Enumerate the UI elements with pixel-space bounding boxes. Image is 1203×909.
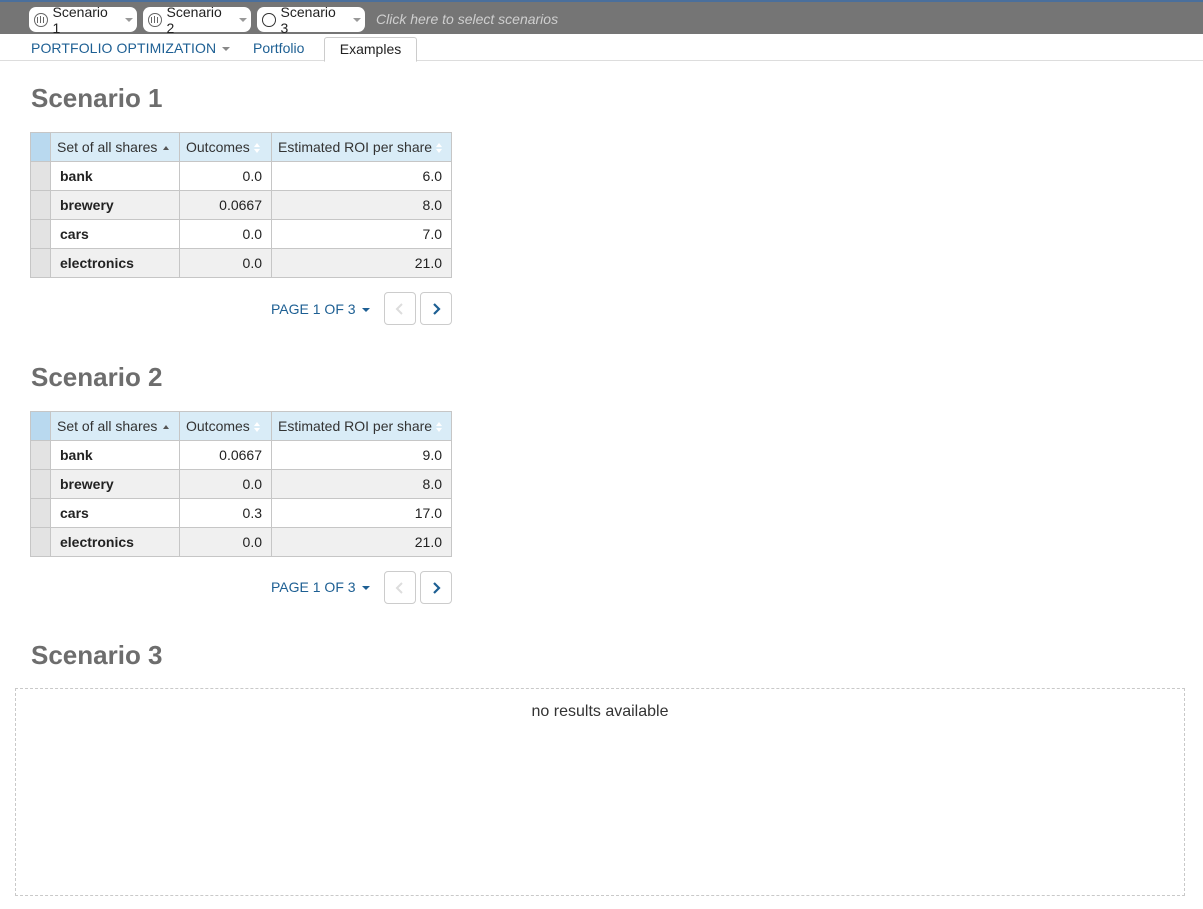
table-row[interactable]: bank 0.0 6.0 [30, 161, 452, 191]
column-header-shares[interactable]: Set of all shares [50, 132, 180, 162]
scenario-bar: Scenario 1 Scenario 2 Scenario 3 Click h… [0, 0, 1203, 36]
scenario-pill-2[interactable]: Scenario 2 [143, 4, 251, 36]
chevron-right-icon [433, 581, 441, 594]
cell-roi: 9.0 [271, 440, 452, 470]
scenario-3-empty-panel: no results available [15, 688, 1185, 896]
row-header[interactable] [30, 219, 51, 249]
table-row[interactable]: brewery 0.0 8.0 [30, 469, 452, 499]
main-nav: PORTFOLIO OPTIMIZATION Portfolio Example… [0, 34, 1203, 62]
row-header[interactable] [30, 527, 51, 557]
row-header[interactable] [30, 190, 51, 220]
cell-share: cars [50, 498, 180, 528]
row-header[interactable] [30, 498, 51, 528]
chevron-down-icon [222, 47, 231, 52]
row-header[interactable] [30, 161, 51, 191]
table-row[interactable]: cars 0.3 17.0 [30, 498, 452, 528]
select-all-corner[interactable] [30, 132, 51, 162]
chevron-down-icon[interactable] [125, 17, 133, 22]
row-header[interactable] [30, 469, 51, 499]
empty-message: no results available [531, 703, 669, 720]
cell-outcome: 0.0 [179, 248, 272, 278]
cell-share: cars [50, 219, 180, 249]
cell-outcome: 0.0 [179, 527, 272, 557]
scenario-2-title: Scenario 2 [31, 362, 163, 392]
table-row[interactable]: electronics 0.0 21.0 [30, 248, 452, 278]
app-title: PORTFOLIO OPTIMIZATION [31, 40, 217, 56]
chevron-left-icon [395, 581, 403, 594]
scenario-pill-label: Scenario 2 [166, 3, 222, 36]
cell-roi: 6.0 [271, 161, 452, 191]
chevron-down-icon [361, 308, 370, 313]
chevron-down-icon [361, 586, 370, 591]
scenario-1-title: Scenario 1 [31, 83, 163, 113]
cell-outcome: 0.0 [179, 469, 272, 499]
table-row[interactable]: cars 0.0 7.0 [30, 219, 452, 249]
chart-icon [34, 12, 48, 27]
sort-asc-icon [163, 425, 170, 430]
table-header-row: Set of all shares Outcomes Estimated ROI… [30, 132, 452, 162]
table-row[interactable]: electronics 0.0 21.0 [30, 527, 452, 557]
column-header-shares[interactable]: Set of all shares [50, 411, 180, 441]
scenario-pill-label: Scenario 1 [52, 3, 108, 36]
scenario-1-table: Set of all shares Outcomes Estimated ROI… [30, 132, 452, 278]
page-selector[interactable]: PAGE 1 OF 3 [271, 579, 370, 595]
cell-roi: 21.0 [271, 248, 452, 278]
column-header-outcomes[interactable]: Outcomes [179, 411, 272, 441]
scenario-pill-1[interactable]: Scenario 1 [29, 4, 137, 36]
select-all-corner[interactable] [30, 411, 51, 441]
cell-roi: 21.0 [271, 527, 452, 557]
table-row[interactable]: brewery 0.0667 8.0 [30, 190, 452, 220]
chevron-right-icon [433, 302, 441, 315]
scenario-2-table: Set of all shares Outcomes Estimated ROI… [30, 411, 452, 557]
cell-share: brewery [50, 190, 180, 220]
table-row[interactable]: bank 0.0667 9.0 [30, 440, 452, 470]
cell-outcome: 0.0 [179, 161, 272, 191]
cell-share: electronics [50, 527, 180, 557]
scenario-select-input[interactable]: Click here to select scenarios [376, 11, 558, 27]
cell-roi: 17.0 [271, 498, 452, 528]
cell-roi: 8.0 [271, 190, 452, 220]
sort-icon [436, 422, 443, 433]
row-header[interactable] [30, 248, 51, 278]
chevron-down-icon[interactable] [353, 17, 361, 22]
page-label: PAGE 1 OF 3 [271, 579, 356, 595]
page-label: PAGE 1 OF 3 [271, 301, 356, 317]
cell-roi: 8.0 [271, 469, 452, 499]
cell-share: bank [50, 440, 180, 470]
tab-examples[interactable]: Examples [324, 37, 417, 62]
next-page-button[interactable] [420, 292, 452, 325]
cell-share: bank [50, 161, 180, 191]
cell-outcome: 0.0667 [179, 190, 272, 220]
prev-page-button[interactable] [384, 292, 416, 325]
chevron-left-icon [395, 302, 403, 315]
column-header-roi[interactable]: Estimated ROI per share [271, 132, 452, 162]
circle-icon [262, 12, 276, 27]
chart-icon [148, 12, 162, 27]
scenario-pill-label: Scenario 3 [280, 3, 336, 36]
cell-roi: 7.0 [271, 219, 452, 249]
next-page-button[interactable] [420, 571, 452, 604]
app-menu[interactable]: PORTFOLIO OPTIMIZATION [31, 40, 231, 56]
column-header-outcomes[interactable]: Outcomes [179, 132, 272, 162]
scenario-3-title: Scenario 3 [31, 640, 163, 670]
cell-outcome: 0.3 [179, 498, 272, 528]
cell-share: brewery [50, 469, 180, 499]
sort-icon [253, 143, 261, 154]
prev-page-button[interactable] [384, 571, 416, 604]
column-header-roi[interactable]: Estimated ROI per share [271, 411, 452, 441]
chevron-down-icon[interactable] [239, 17, 247, 22]
scenario-pill-3[interactable]: Scenario 3 [257, 4, 365, 36]
sort-icon [253, 422, 261, 433]
row-header[interactable] [30, 440, 51, 470]
tab-portfolio[interactable]: Portfolio [253, 40, 304, 56]
cell-outcome: 0.0 [179, 219, 272, 249]
sort-asc-icon [163, 146, 170, 151]
table-header-row: Set of all shares Outcomes Estimated ROI… [30, 411, 452, 441]
page-selector[interactable]: PAGE 1 OF 3 [271, 301, 370, 317]
cell-outcome: 0.0667 [179, 440, 272, 470]
sort-icon [436, 143, 443, 154]
cell-share: electronics [50, 248, 180, 278]
